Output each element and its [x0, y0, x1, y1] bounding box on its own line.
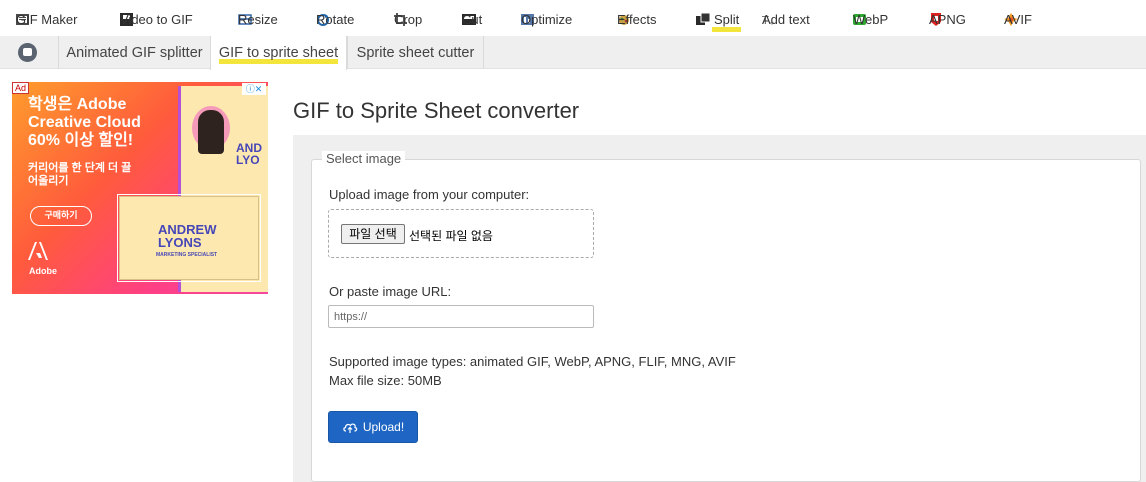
nav-resize[interactable]: Resize [238, 9, 278, 29]
image-url-input[interactable] [328, 305, 594, 328]
nav-add-text[interactable]: T + Add text [761, 9, 810, 29]
nav-gif-maker[interactable]: GIF Maker [16, 9, 77, 29]
cloud-upload-icon [343, 423, 358, 433]
ad-card-name-front: ANDREW LYONS [158, 222, 217, 250]
choose-file-button[interactable]: 파일 선택 [341, 224, 405, 244]
nav-label: AVIF [1004, 11, 1032, 27]
nav-avif[interactable]: AVIF [1004, 9, 1032, 29]
top-nav: GIF Maker Video to GIF Resize Rotate Cro… [0, 0, 1146, 36]
max-file-size-text: Max file size: 50MB [329, 373, 442, 388]
adobe-logo-icon [28, 242, 48, 260]
nav-label: Crop [394, 11, 423, 27]
upload-label: Upload image from your computer: [329, 187, 530, 202]
nav-label: WebP [853, 11, 889, 27]
ad-card-name-back: AND LYO [236, 141, 262, 167]
nav-label: Rotate [316, 11, 355, 27]
tab-label: Animated GIF splitter [66, 44, 203, 61]
url-label: Or paste image URL: [329, 284, 452, 299]
file-status: 선택된 파일 없음 [409, 229, 493, 243]
nav-crop[interactable]: Crop [394, 9, 422, 29]
nav-label: Resize [238, 11, 278, 27]
sub-nav: Animated GIF splitter GIF to sprite shee… [0, 36, 1146, 70]
nav-webp[interactable]: WebP [853, 9, 888, 29]
nav-optimize[interactable]: Optimize [521, 9, 572, 29]
upload-button[interactable]: Upload! [328, 411, 418, 443]
ad-person-image [198, 110, 224, 154]
nav-effects[interactable]: Effects [617, 9, 657, 29]
nav-cut[interactable]: Cut [462, 9, 483, 29]
nav-label: Effects [617, 11, 657, 27]
nav-label: Optimize [521, 11, 573, 27]
nav-label: GIF Maker [16, 11, 78, 27]
nav-label: Cut [462, 11, 483, 27]
fieldset-legend: Select image [322, 151, 406, 166]
nav-split[interactable]: Split [696, 9, 742, 32]
nav-video-to-gif[interactable]: Video to GIF [120, 9, 193, 29]
ad-brand: Adobe [29, 266, 57, 276]
tab-gif-to-sprite-sheet[interactable]: GIF to sprite sheet [210, 36, 347, 70]
ad-card-subtitle: MARKETING SPECIALIST [156, 252, 218, 258]
ad-cta-button[interactable]: 구매하기 [30, 206, 92, 226]
split-icon [696, 12, 711, 26]
tab-animated-gif-splitter[interactable]: Animated GIF splitter [58, 36, 210, 69]
nav-label: Video to GIF [120, 11, 193, 27]
tab-label: GIF to sprite sheet [218, 45, 339, 61]
nav-rotate[interactable]: Rotate [316, 9, 354, 29]
ad-subline: 커리어를 한 단계 더 끌어올리기 [28, 162, 132, 187]
ad-controls[interactable]: ⓘ✕ [242, 83, 266, 95]
ad-tag: Ad [12, 82, 30, 94]
home-icon[interactable] [18, 43, 37, 62]
tab-sprite-sheet-cutter[interactable]: Sprite sheet cutter [347, 36, 484, 69]
ad-card-front: ANDREW LYONS MARKETING SPECIALIST [119, 196, 259, 280]
nav-apng[interactable]: APNG [929, 9, 966, 29]
supported-types-text: Supported image types: animated GIF, Web… [329, 354, 736, 369]
tab-label: Sprite sheet cutter [356, 44, 475, 61]
upload-button-label: Upload! [362, 420, 405, 434]
page-title: GIF to Sprite Sheet converter [293, 98, 580, 123]
ad-headline: 학생은 Adobe Creative Cloud 60% 이상 할인! [28, 96, 141, 149]
nav-label: Split [712, 12, 742, 32]
nav-label: APNG [929, 11, 966, 27]
advertisement[interactable]: AND LYO Ad ⓘ✕ 학생은 Adobe Creative Cloud 6… [12, 82, 268, 294]
nav-label: Add text [762, 11, 810, 27]
